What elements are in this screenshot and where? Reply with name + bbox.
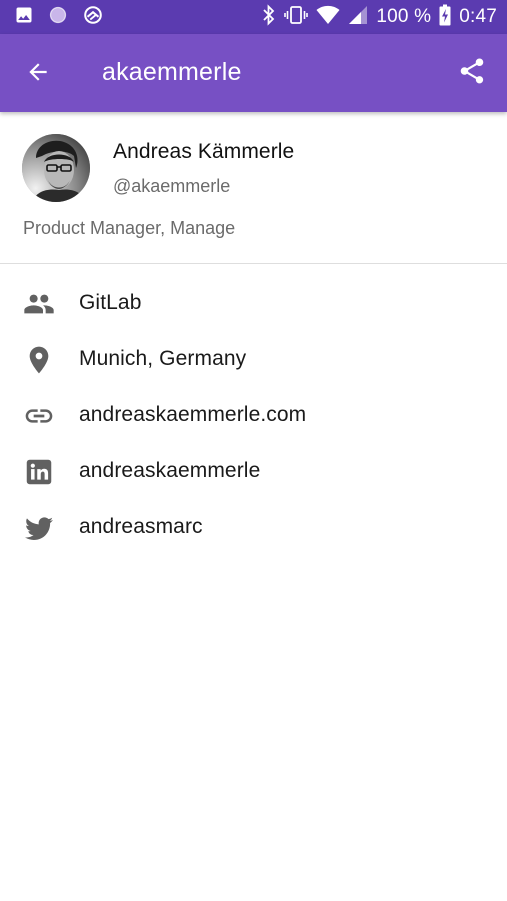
- profile-header: Andreas Kämmerle @akaemmerle Product Man…: [0, 112, 507, 264]
- signal-icon: [348, 5, 368, 30]
- info-row-linkedin[interactable]: andreaskaemmerle: [0, 444, 507, 500]
- twitter-link[interactable]: andreasmarc: [79, 515, 203, 539]
- link-icon: [22, 401, 56, 431]
- vibrate-icon: [284, 5, 309, 30]
- back-button[interactable]: [20, 56, 56, 92]
- battery-percent: 100 %: [376, 6, 432, 27]
- location-text: Munich, Germany: [79, 347, 247, 370]
- circle-notification-icon: [48, 5, 68, 30]
- info-row-twitter[interactable]: andreasmarc: [0, 500, 507, 556]
- profile-handle: @akaemmerle: [113, 176, 231, 196]
- avatar[interactable]: [22, 134, 90, 202]
- image-icon: [14, 5, 34, 30]
- info-row-website[interactable]: andreaskaemmerle.com: [0, 388, 507, 444]
- clock: 0:47: [459, 6, 497, 27]
- battery-charging-icon: [439, 4, 451, 31]
- linkedin-link[interactable]: andreaskaemmerle: [79, 459, 260, 483]
- people-icon: [22, 289, 56, 319]
- status-system: 100 % 0:47: [262, 3, 497, 31]
- profile-info-list: GitLab Munich, Germany andreaskaemmerle.…: [0, 276, 507, 556]
- twitter-icon: [22, 513, 56, 543]
- share-button[interactable]: [453, 54, 491, 92]
- wifi-icon: [316, 5, 340, 30]
- status-notifications: [14, 4, 104, 31]
- info-row-location: Munich, Germany: [0, 332, 507, 388]
- location-pin-icon: [22, 345, 56, 375]
- share-icon: [457, 56, 487, 91]
- page-title: akaemmerle: [102, 58, 242, 86]
- status-bar: 100 % 0:47: [0, 0, 507, 34]
- linkedin-icon: [22, 457, 56, 487]
- organization-text: GitLab: [79, 291, 142, 314]
- website-link[interactable]: andreaskaemmerle.com: [79, 403, 306, 427]
- sync-app-icon: [82, 4, 104, 31]
- profile-bio: Product Manager, Manage: [23, 218, 236, 238]
- app-bar: akaemmerle: [0, 34, 507, 112]
- arrow-back-icon: [25, 59, 51, 90]
- info-row-organization: GitLab: [0, 276, 507, 332]
- divider: [0, 263, 507, 264]
- bluetooth-icon: [262, 3, 276, 31]
- profile-name: Andreas Kämmerle: [113, 140, 295, 163]
